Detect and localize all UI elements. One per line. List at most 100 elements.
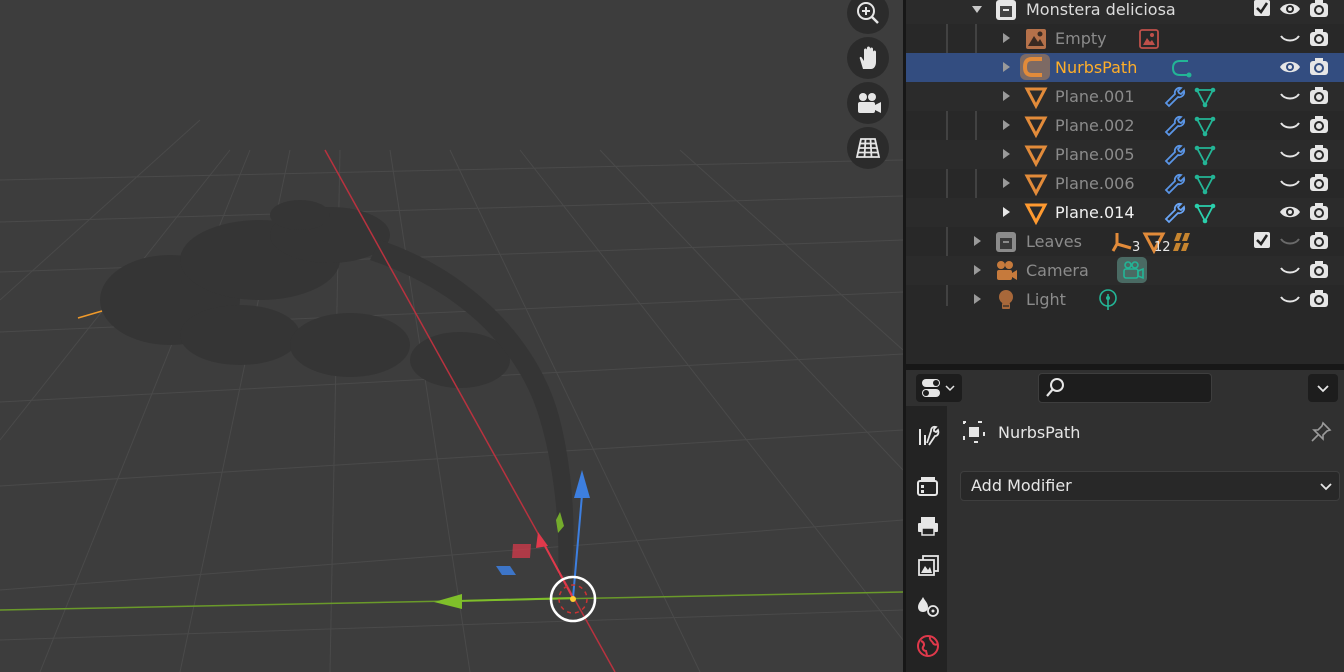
eye-closed-icon[interactable] [1279,172,1301,194]
add-modifier-dropdown[interactable]: Add Modifier [960,471,1340,501]
light-object-icon [999,290,1013,309]
mesh-data-icon [1194,116,1216,137]
mesh-data-icon [1194,87,1216,108]
eye-closed-icon[interactable] [1279,143,1301,165]
disclosure-triangle[interactable] [1003,91,1010,101]
checkbox-icon[interactable] [1252,230,1274,252]
tool-icon[interactable] [914,421,942,449]
outliner-item-label: Empty [1055,29,1107,48]
outliner: Monstera deliciosa Empty NurbsPath Plane… [906,0,1344,364]
disclosure-triangle[interactable] [1003,149,1010,159]
eye-closed-icon[interactable] [1279,85,1301,107]
disclosure-triangle[interactable] [974,236,981,246]
render-camera-icon[interactable] [1308,27,1330,49]
world-icon[interactable] [914,632,942,660]
3d-viewport[interactable] [0,0,903,672]
outliner-item-label: Plane.001 [1055,87,1135,106]
wrench-modifier-icon [1164,173,1186,195]
wrench-modifier-icon [1164,86,1186,108]
hand-pan-icon[interactable] [847,37,889,79]
editor-type-selector[interactable] [916,374,962,402]
mesh-data-icon [1194,174,1216,195]
outliner-item-label: Plane.006 [1055,174,1135,193]
light-indicator [77,310,103,319]
outliner-row-plane-014[interactable]: Plane.014 [906,198,1344,227]
render-camera-icon[interactable] [1308,288,1330,310]
mesh-object-icon [1024,145,1048,167]
mesh-data-icon [1194,145,1216,166]
camera-object-icon [997,261,1017,280]
render-camera-icon[interactable] [1308,0,1330,20]
eye-icon[interactable] [1279,0,1301,20]
image-data-icon [1139,29,1159,49]
wrench-modifier-icon [1164,144,1186,166]
eye-closed-icon[interactable] [1279,114,1301,136]
disclosure-triangle[interactable] [1003,207,1010,217]
mesh-data-icon [1194,203,1216,224]
disclosure-triangle-expanded[interactable] [972,6,982,13]
eye-closed-icon[interactable] [1279,27,1301,49]
outliner-item-label: Plane.014 [1055,203,1135,222]
object-name-label: NurbsPath [998,423,1081,442]
curve-data-icon [1171,60,1192,78]
outliner-row-plane-002[interactable]: Plane.002 [906,111,1344,140]
eye-icon[interactable] [1279,201,1301,223]
render-camera-icon[interactable] [1308,172,1330,194]
collection-icon [996,232,1016,252]
outliner-row-plane-006[interactable]: Plane.006 [906,169,1344,198]
image-empty-icon [1026,29,1046,49]
disclosure-triangle[interactable] [1003,33,1010,43]
outliner-item-label: Camera [1026,261,1089,280]
outliner-row-empty[interactable]: Empty [906,24,1344,53]
modifier-count: 3 [1132,240,1141,255]
outliner-row-collection-monstera[interactable]: Monstera deliciosa [906,0,1344,24]
camera-view-icon[interactable] [847,82,889,124]
render-camera-icon[interactable] [1308,114,1330,136]
eye-closed-icon[interactable] [1279,288,1301,310]
floor-grid [0,119,903,672]
properties-search-input[interactable] [1038,373,1212,403]
chevron-down-icon [1320,483,1332,491]
render-camera-icon[interactable] [1308,56,1330,78]
render-camera-icon[interactable] [1308,230,1330,252]
outliner-row-collection-leaves[interactable]: Leaves 3 12 [906,227,1344,256]
options-dropdown-button[interactable] [1308,374,1338,402]
grid-ortho-icon[interactable] [847,127,889,169]
checkbox-icon[interactable] [1252,0,1274,20]
eye-icon[interactable] [1279,56,1301,78]
viewport-scene [0,119,903,672]
eye-closed-icon[interactable] [1279,230,1301,252]
outliner-row-plane-005[interactable]: Plane.005 [906,140,1344,169]
render-camera-icon[interactable] [1308,85,1330,107]
mesh-object-icon [1024,116,1048,138]
outliner-row-light[interactable]: Light [906,285,1344,314]
render-camera-icon[interactable] [1308,143,1330,165]
outliner-item-label: Monstera deliciosa [1026,0,1176,19]
search-icon [1046,378,1064,397]
scene-icon[interactable] [914,592,942,620]
mesh-count: 12 [1154,240,1171,255]
outliner-row-camera[interactable]: Camera [906,256,1344,285]
disclosure-triangle[interactable] [1003,62,1010,72]
wrench-modifier-icon [1164,115,1186,137]
plant-silhouette [100,200,574,575]
eye-closed-icon[interactable] [1279,259,1301,281]
output-icon[interactable] [914,512,942,540]
properties-editor: NurbsPath Add Modifier [906,370,1344,672]
pin-icon[interactable] [1309,420,1333,444]
render-camera-icon[interactable] [1308,201,1330,223]
render-icon[interactable] [914,472,942,500]
disclosure-triangle[interactable] [1003,178,1010,188]
properties-tabs [906,406,947,672]
disclosure-triangle[interactable] [974,294,981,304]
curve-object-icon [1020,54,1050,80]
disclosure-triangle[interactable] [1003,120,1010,130]
disclosure-triangle[interactable] [974,265,981,275]
outliner-row-plane-001[interactable]: Plane.001 [906,82,1344,111]
collection-icon [996,0,1016,20]
render-camera-icon[interactable] [1308,259,1330,281]
mesh-object-icon [1024,87,1048,109]
view-layer-icon[interactable] [914,552,942,580]
outliner-row-nurbspath[interactable]: NurbsPath [906,53,1344,82]
wrench-modifier-icon [1164,202,1186,224]
